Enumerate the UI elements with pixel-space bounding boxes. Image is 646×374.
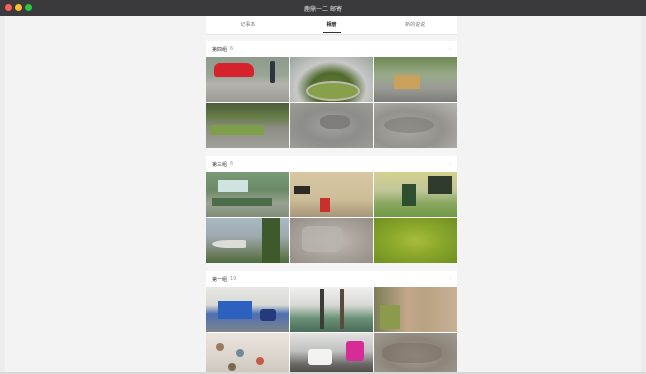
tab-new-post[interactable]: 新的说说 (373, 16, 457, 34)
photo-green-ground-cover[interactable] (374, 218, 457, 263)
photo-yellow-building-door[interactable] (374, 172, 457, 217)
minimize-window-button[interactable] (15, 4, 22, 11)
group-count: 10 (230, 276, 237, 282)
group-count: 6 (230, 46, 234, 52)
tab-notebook[interactable]: 记事本 (206, 16, 290, 34)
photo-road-with-greenery[interactable] (206, 103, 289, 148)
divider (206, 148, 457, 156)
chevron-right-icon[interactable]: › (449, 276, 451, 282)
photo-grid (206, 172, 457, 263)
photo-beige-wall-red-box[interactable] (290, 172, 373, 217)
title-bar: 鹿鼎一二 邮寄 (0, 0, 646, 16)
photo-fountain-garden[interactable] (290, 57, 373, 102)
photo-grid (206, 57, 457, 148)
window-body: 记事本 相册 新的说说 第四组 6 › 第三组 6 › 第一组 10 › (5, 16, 641, 374)
photo-jet-fighter-lawn[interactable] (206, 218, 289, 263)
tab-bar: 记事本 相册 新的说说 (206, 16, 457, 35)
photo-stone-tiles[interactable] (374, 287, 457, 332)
photo-mops-in-bucket[interactable] (290, 287, 373, 332)
group-title: 第三组 (212, 161, 228, 168)
group-title: 第一组 (212, 276, 228, 283)
group-count: 6 (230, 161, 234, 167)
photo-red-car-sidewalk[interactable] (206, 57, 289, 102)
album-panel: 记事本 相册 新的说说 第四组 6 › 第三组 6 › 第一组 10 › (206, 16, 457, 374)
photo-building-bins[interactable] (206, 172, 289, 217)
tab-album[interactable]: 相册 (290, 16, 374, 34)
photo-grid (206, 287, 457, 374)
photo-blue-crates[interactable] (206, 287, 289, 332)
window-title: 鹿鼎一二 邮寄 (304, 5, 342, 13)
close-window-button[interactable] (5, 4, 12, 11)
photo-crushed-gravel[interactable] (374, 103, 457, 148)
zoom-window-button[interactable] (25, 4, 32, 11)
group-title: 第四组 (212, 46, 228, 53)
photo-trash-items[interactable] (290, 333, 373, 374)
photo-drawings-on-wall[interactable] (206, 333, 289, 374)
photo-paving-stones[interactable] (290, 103, 373, 148)
chevron-right-icon[interactable]: › (449, 46, 451, 52)
photo-white-shoes-gravel[interactable] (290, 218, 373, 263)
photo-rubble-pile[interactable] (374, 333, 457, 374)
chevron-right-icon[interactable]: › (449, 161, 451, 167)
group-header[interactable]: 第四组 6 › (206, 41, 457, 57)
window-controls (5, 4, 32, 11)
divider (206, 263, 457, 271)
photo-path-with-stall[interactable] (374, 57, 457, 102)
group-header[interactable]: 第三组 6 › (206, 156, 457, 172)
group-header[interactable]: 第一组 10 › (206, 271, 457, 287)
